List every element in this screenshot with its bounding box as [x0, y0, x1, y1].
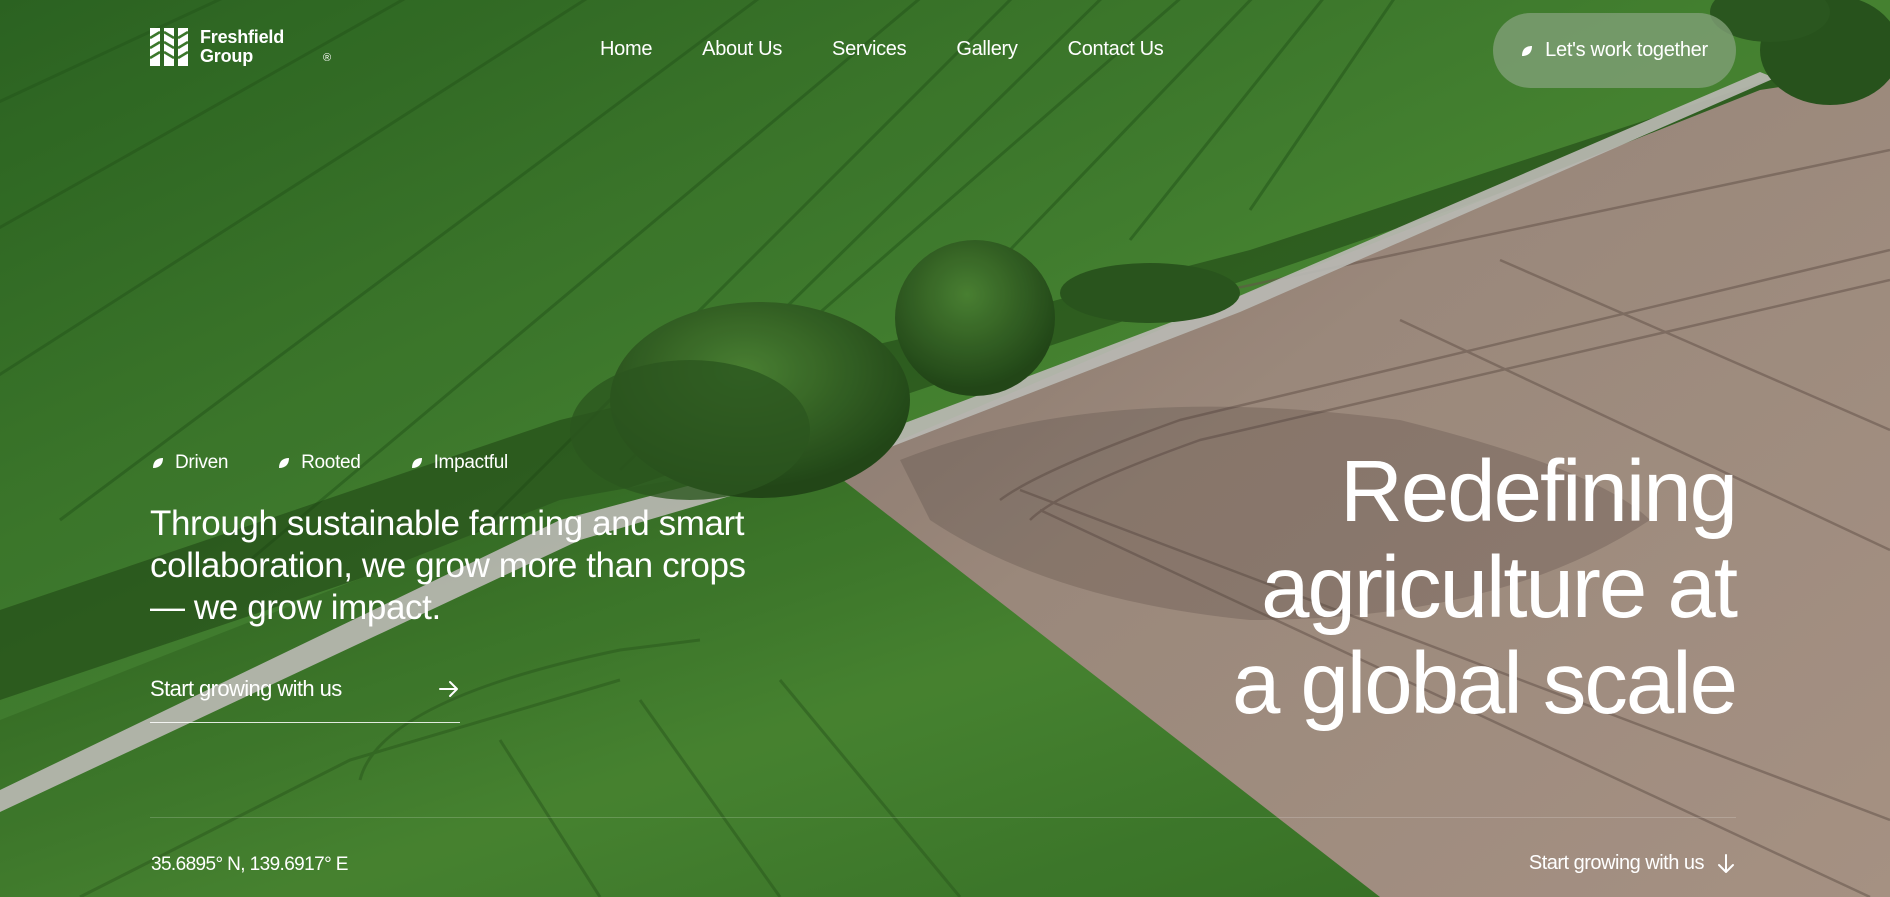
arrow-down-icon: [1718, 853, 1734, 873]
brand-name: Freshfield Group ®: [200, 27, 331, 66]
leaf-icon: [279, 458, 290, 468]
registered-mark: ®: [323, 52, 332, 64]
tag-label: Rooted: [301, 452, 361, 473]
start-growing-link[interactable]: Start growing with us: [150, 676, 460, 723]
start-growing-label: Start growing with us: [150, 676, 342, 701]
wheat-stripes-logo-icon: [150, 28, 189, 66]
leaf-icon: [153, 458, 163, 468]
hero-headline: Redefining agriculture at a global scale: [1231, 443, 1738, 732]
brand-name-line1: Freshfield: [200, 27, 285, 47]
tag-rooted: Rooted: [278, 452, 361, 474]
brand-name-line2: Group: [200, 46, 253, 66]
leaf-icon: [411, 458, 422, 468]
tag-label: Impactful: [433, 452, 509, 473]
scroll-down-label: Start growing with us: [1528, 852, 1705, 874]
headline-line-1: Redefining: [1340, 443, 1738, 540]
headline-line-2: agriculture at: [1261, 539, 1738, 636]
tag-label: Driven: [175, 452, 229, 473]
nav-link-contact-us[interactable]: Contact Us: [1068, 38, 1164, 61]
brand-logo[interactable]: Freshfield Group ®: [150, 27, 331, 66]
hero-lede: Through sustainable farming and smart co…: [150, 504, 746, 627]
headline-line-3: a global scale: [1231, 635, 1738, 732]
nav-link-about-us[interactable]: About Us: [702, 38, 782, 61]
scroll-down-link[interactable]: Start growing with us: [1529, 852, 1736, 875]
lets-work-together-label: Let's work together: [1545, 39, 1708, 61]
nav-link-services[interactable]: Services: [832, 38, 907, 61]
nav-link-home[interactable]: Home: [600, 38, 652, 61]
tag-driven: Driven: [152, 452, 228, 474]
nav-link-gallery[interactable]: Gallery: [956, 38, 1018, 61]
lets-work-together-button[interactable]: Let's work together: [1493, 13, 1736, 88]
bottom-divider: [150, 817, 1736, 818]
value-tags: Driven Rooted Impactful: [152, 452, 508, 474]
leaf-icon: [1522, 45, 1533, 56]
location-coordinates: 35.6895° N, 139.6917° E: [151, 854, 348, 875]
main-nav: Home About Us Services Gallery Contact U…: [600, 38, 1164, 61]
tag-impactful: Impactful: [411, 452, 508, 474]
arrow-right-icon: [439, 681, 458, 697]
